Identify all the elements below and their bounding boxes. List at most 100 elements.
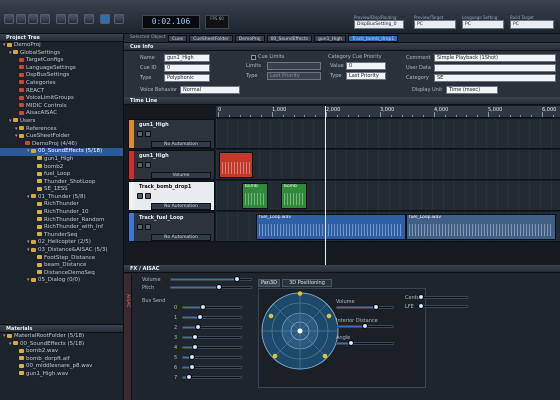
save-all-icon[interactable]: [40, 14, 50, 24]
tree-item[interactable]: LanguageSettings: [0, 65, 123, 73]
limits-type-select[interactable]: Last Priority: [267, 72, 321, 80]
aisac-side-tab[interactable]: AISAC: [124, 274, 132, 400]
userdata-input[interactable]: [434, 64, 556, 72]
preset-target[interactable]: Preview/Target PC: [414, 15, 456, 31]
tree-item[interactable]: MIDIC Controls: [0, 103, 123, 111]
slider-knob[interactable]: [233, 276, 240, 282]
tab-3d-positioning[interactable]: 3D Positioning: [282, 279, 332, 287]
voice-behavior-select[interactable]: Normal: [180, 86, 240, 94]
tree-folder[interactable]: ▾ CueSheetFolder: [0, 133, 123, 141]
bus-send-slider[interactable]: [182, 344, 242, 350]
vol3d-slider[interactable]: [336, 304, 394, 310]
slider-knob[interactable]: [197, 314, 204, 320]
tree-folder[interactable]: ▾ 03_Distance&AISAC (5/3): [0, 247, 123, 255]
timeline-clip[interactable]: [219, 152, 253, 178]
category-input[interactable]: SE: [434, 74, 556, 82]
slider-knob[interactable]: [191, 334, 198, 340]
display-unit-select[interactable]: Time (msec): [446, 86, 498, 94]
tree-folder[interactable]: ▾ References: [0, 126, 123, 134]
limits-input[interactable]: [267, 62, 321, 70]
save-icon[interactable]: [28, 14, 38, 24]
tree-item[interactable]: ThunderSeq: [0, 232, 123, 240]
open-icon[interactable]: [16, 14, 26, 24]
preset-routing[interactable]: Preview/Disp/Routing DispBusSetting_0: [354, 15, 404, 31]
tree-item[interactable]: RichThunder_with_Inf: [0, 224, 123, 232]
slider-knob[interactable]: [185, 374, 192, 380]
tree-item[interactable]: Categories: [0, 80, 123, 88]
breadcrumb-item[interactable]: Track_bomb_drop1: [348, 35, 399, 42]
playhead[interactable]: [325, 106, 326, 265]
slider-knob[interactable]: [194, 324, 201, 330]
breadcrumb-item[interactable]: Cues: [168, 35, 188, 42]
timeline-clip[interactable]: bomb: [281, 183, 307, 209]
tree-item[interactable]: RichThunder: [0, 201, 123, 209]
slider-knob[interactable]: [216, 284, 222, 290]
timeline-clip[interactable]: bomb: [242, 183, 268, 209]
automation-select[interactable]: No Automation: [151, 234, 211, 241]
slider-knob[interactable]: [418, 294, 424, 300]
automation-select[interactable]: No Automation: [151, 141, 211, 148]
cueid-input[interactable]: 0: [164, 64, 210, 72]
slider-knob[interactable]: [191, 344, 198, 350]
tree-item[interactable]: gun1_High.wav: [0, 371, 123, 379]
tree-item[interactable]: FootStep_Distance: [0, 255, 123, 263]
speaker-point[interactable]: [322, 353, 328, 359]
solo-icon[interactable]: [145, 131, 151, 137]
tree-folder[interactable]: ▾ GlobalSettings: [0, 50, 123, 58]
speaker-point[interactable]: [268, 313, 274, 319]
stop-icon[interactable]: [114, 14, 124, 24]
bus-send-slider[interactable]: [182, 334, 242, 340]
slider-knob[interactable]: [200, 304, 207, 310]
slider-knob[interactable]: [362, 323, 368, 329]
mute-icon[interactable]: [137, 131, 143, 137]
bus-send-slider[interactable]: [182, 304, 242, 310]
preset-select[interactable]: DispBusSetting_0: [354, 20, 404, 29]
tree-item[interactable]: TargetConfigs: [0, 57, 123, 65]
tree-item[interactable]: DistanceDemoSeq: [0, 270, 123, 278]
track-lane[interactable]: [216, 119, 560, 149]
breadcrumb-item[interactable]: DemoProj: [234, 35, 265, 42]
preset-language[interactable]: Language Setting PC: [462, 15, 504, 31]
pan-radar[interactable]: [260, 291, 340, 371]
angle-slider[interactable]: [336, 340, 394, 346]
timeline-ruler[interactable]: 0 1,000 2,000 3,000 4,000 5,000 6,000: [216, 106, 560, 118]
preset-build-target[interactable]: Build Target PC: [510, 15, 554, 31]
solo-icon[interactable]: [145, 193, 151, 199]
breadcrumb-item[interactable]: 00_SoundEffects: [266, 35, 313, 42]
speaker-point[interactable]: [326, 313, 332, 319]
breadcrumb-item[interactable]: CueSheetFolder: [189, 35, 233, 42]
tree-item[interactable]: bomb_dorpft.aif: [0, 356, 123, 364]
tree-item[interactable]: bomb2.wav: [0, 348, 123, 356]
tree-folder[interactable]: ▾ DemoProj: [0, 42, 123, 50]
mute-icon[interactable]: [137, 162, 143, 168]
slider-knob[interactable]: [188, 354, 195, 360]
ctype-select[interactable]: Last Priority: [346, 72, 386, 80]
tree-item[interactable]: Thunder_ShotLoop: [0, 179, 123, 187]
type-select[interactable]: Polyphonic: [164, 74, 210, 82]
solo-icon[interactable]: [145, 224, 151, 230]
breadcrumb-item[interactable]: gun1_High: [314, 35, 347, 42]
bus-send-slider[interactable]: [182, 354, 242, 360]
tree-item[interactable]: 00_middlesnare_p8.wav: [0, 363, 123, 371]
mute-icon[interactable]: [137, 193, 143, 199]
slider-knob[interactable]: [418, 303, 424, 309]
speaker-point[interactable]: [297, 291, 303, 296]
automation-select[interactable]: Volume: [151, 172, 211, 179]
play-icon[interactable]: [100, 14, 110, 24]
pan-source-point[interactable]: [297, 328, 303, 334]
slider-knob[interactable]: [348, 340, 354, 346]
track-header[interactable]: Track_bomb_drop1 No Automation: [128, 181, 215, 211]
automation-select[interactable]: No Automation: [151, 203, 211, 210]
tree-item[interactable]: RichThunder_10: [0, 209, 123, 217]
tree-folder[interactable]: ▾ Users: [0, 118, 123, 126]
tree-folder[interactable]: ▾ 02_Helicopter (2/5): [0, 239, 123, 247]
tree-item[interactable]: RichThunder_Random: [0, 217, 123, 225]
new-icon[interactable]: [4, 14, 14, 24]
value-input[interactable]: 0: [346, 62, 386, 70]
bus-send-slider[interactable]: [182, 374, 242, 380]
tree-item[interactable]: DemoProj (4/46): [0, 141, 123, 149]
slider-knob[interactable]: [188, 364, 195, 370]
bus-send-slider[interactable]: [182, 314, 242, 320]
lfe-slider[interactable]: [418, 303, 468, 309]
tree-item[interactable]: AisacAISAC: [0, 110, 123, 118]
